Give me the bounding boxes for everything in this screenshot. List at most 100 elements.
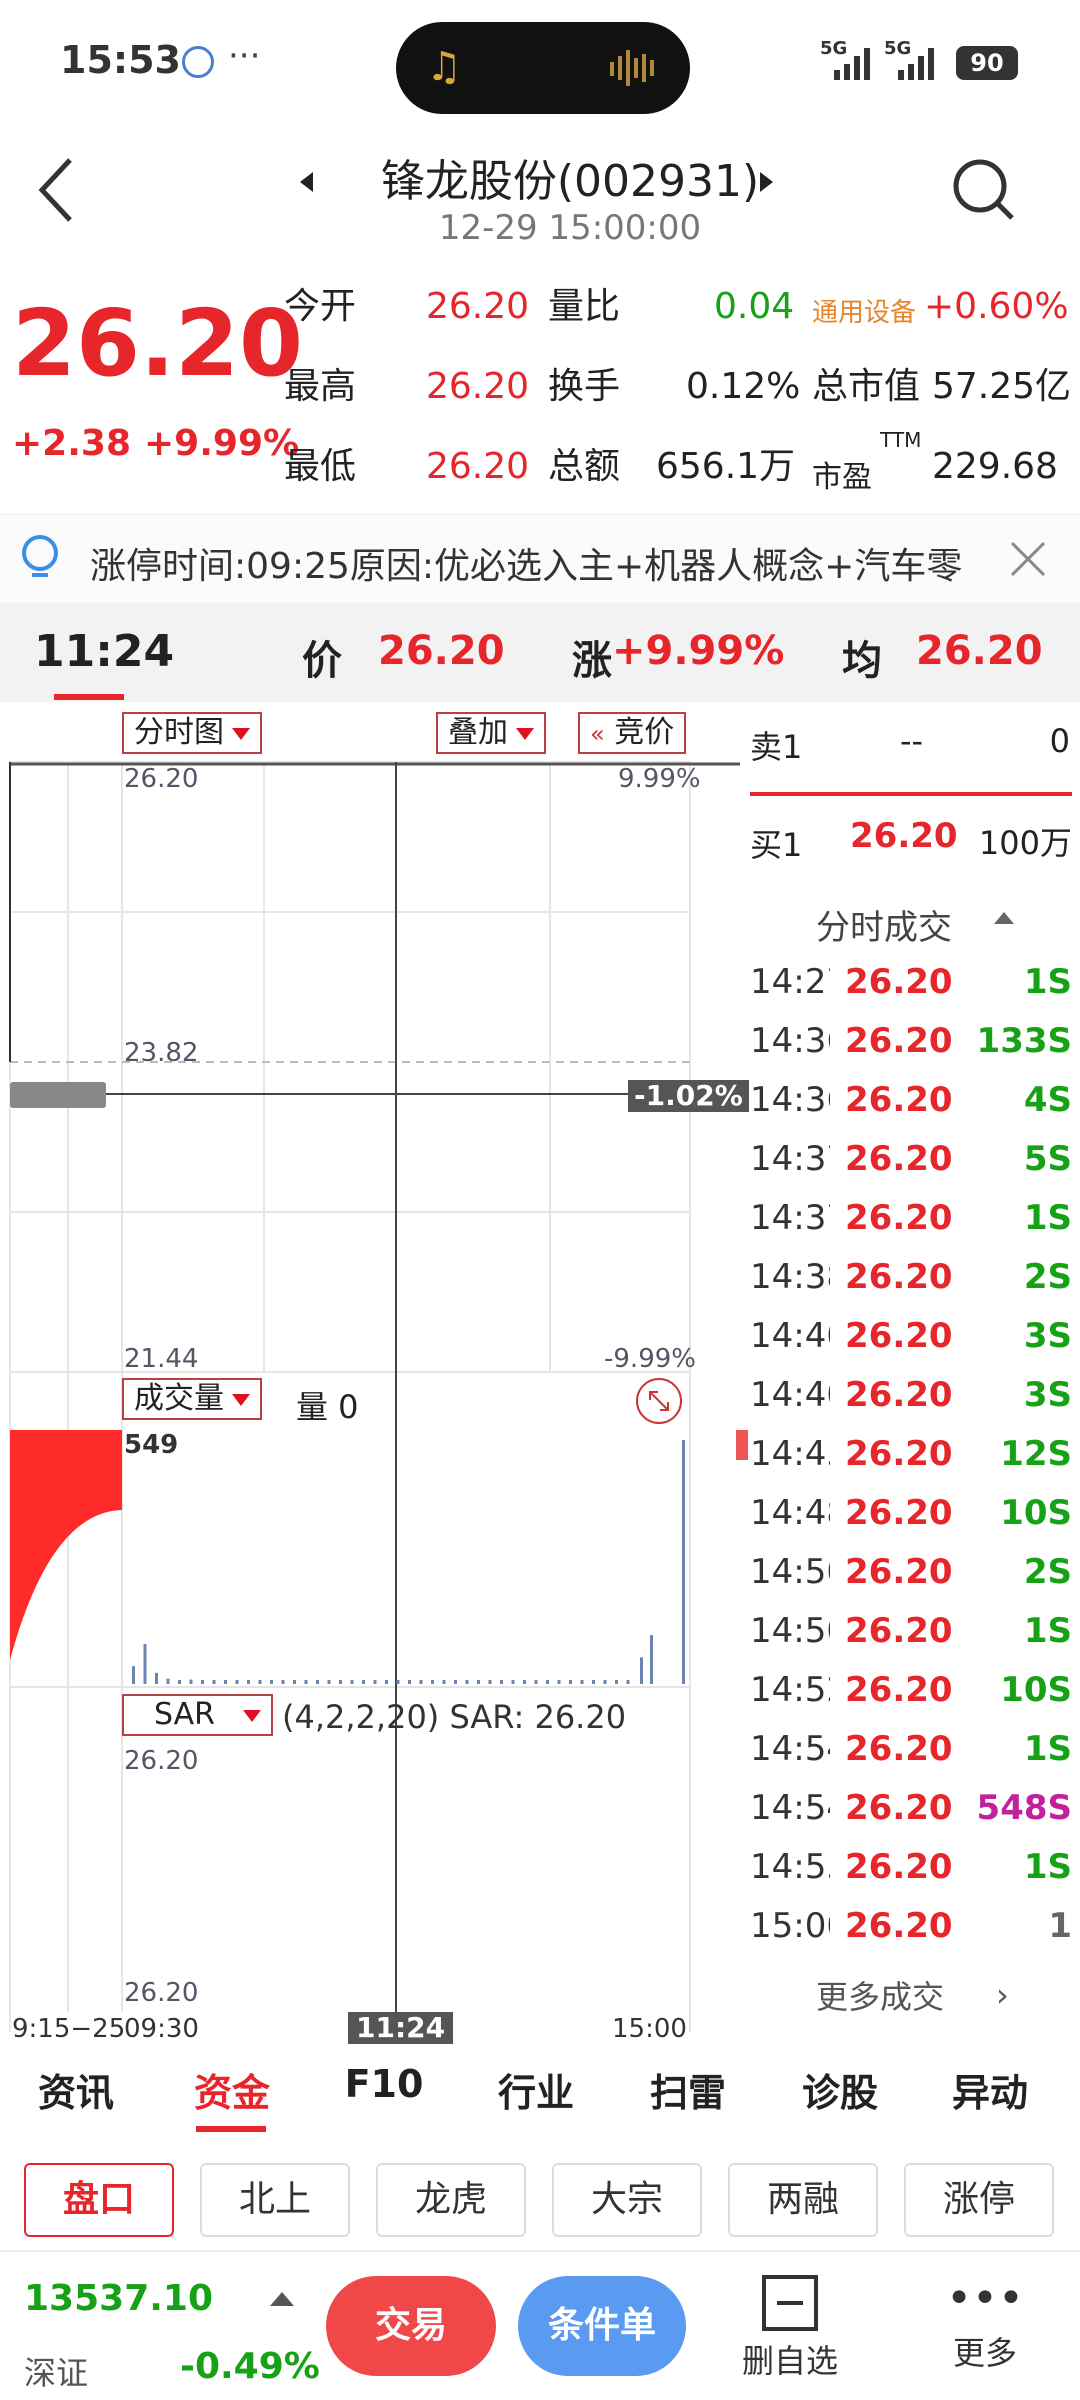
volume-bar — [166, 1678, 170, 1684]
chevron-right-icon: › — [996, 1976, 1009, 2014]
detail-tabs: 资讯 资金 F10 行业 扫雷 诊股 异动 — [0, 2040, 1080, 2140]
tick-time: 14:52 — [750, 1670, 830, 1710]
intraday-chart[interactable]: 分时图 叠加 « 竞价 26.20 23.82 21.44 9.99% -9.9… — [0, 702, 750, 2044]
indicator-button[interactable]: SAR — [122, 1694, 273, 1736]
tab-f10[interactable]: F10 — [324, 2062, 444, 2106]
tick-volume: 2S — [1023, 1552, 1072, 1592]
chart-mode-button[interactable]: 分时图 — [122, 712, 262, 754]
volume-bar — [155, 1672, 158, 1684]
dropdown-icon — [516, 727, 534, 740]
chip-margin[interactable]: 两融 — [728, 2163, 878, 2237]
value-open: 26.20 — [426, 286, 530, 327]
more-notifications-icon: ··· — [228, 36, 261, 76]
volume-bar — [603, 1680, 607, 1684]
tick-row: 14:40 26.20 3S — [750, 1306, 1080, 1366]
back-button[interactable] — [30, 150, 90, 230]
caret-up-icon — [994, 912, 1014, 924]
music-note-icon: ♫ — [426, 44, 462, 90]
volume-bar — [465, 1680, 469, 1684]
tick-time: 14:37 — [750, 1198, 830, 1238]
volume-bar — [454, 1680, 457, 1684]
volume-button[interactable]: 成交量 — [122, 1378, 262, 1420]
tab-industry[interactable]: 行业 — [476, 2062, 596, 2117]
tick-time: 14:45 — [750, 1434, 830, 1474]
cursor-time-underline — [54, 694, 124, 700]
tick-volume: 1S — [1023, 1198, 1072, 1238]
volume-bar — [327, 1680, 331, 1684]
label-high: 最高 — [284, 366, 357, 407]
chip-northbound[interactable]: 北上 — [200, 2163, 350, 2237]
tab-risk[interactable]: 扫雷 — [628, 2062, 748, 2117]
conditional-order-button[interactable]: 条件单 — [518, 2276, 686, 2376]
volume-bar — [546, 1680, 549, 1684]
next-stock-arrow-icon[interactable] — [760, 172, 773, 192]
double-chevron-icon: « — [590, 720, 605, 748]
volume-bar — [580, 1680, 584, 1684]
tick-row: 14:37 26.20 5S — [750, 1129, 1080, 1189]
battery-icon: 90 — [956, 46, 1018, 80]
volume-bar — [640, 1657, 643, 1684]
tick-volume: 3S — [1023, 1375, 1072, 1415]
y-axis-bottom: 21.44 — [124, 1344, 199, 1374]
volume-bar — [189, 1679, 193, 1684]
volume-bar — [339, 1680, 342, 1684]
tick-time: 14:50 — [750, 1552, 830, 1592]
trade-button[interactable]: 交易 — [326, 2276, 496, 2376]
volume-bar — [500, 1680, 503, 1684]
tab-diagnosis[interactable]: 诊股 — [780, 2062, 900, 2117]
tab-news[interactable]: 资讯 — [16, 2062, 136, 2117]
tick-row: 14:54 26.20 548S — [750, 1778, 1080, 1838]
tick-price: 26.20 — [845, 1906, 953, 1946]
tab-funds[interactable]: 资金 — [172, 2062, 292, 2117]
auction-button[interactable]: « 竞价 — [578, 712, 687, 754]
search-button[interactable] — [952, 158, 1016, 222]
volume-bar — [650, 1635, 653, 1684]
remove-watchlist-button[interactable]: 删自选 — [740, 2266, 840, 2396]
status-bar: 15:53 ··· ♫ 5G 5G 90 — [0, 0, 1080, 130]
volume-bar — [247, 1680, 250, 1684]
value-vol-ratio: 0.04 — [714, 286, 795, 327]
auction-label: 竞价 — [614, 715, 675, 750]
chip-orderbook[interactable]: 盘口 — [24, 2163, 174, 2237]
remove-watchlist-label: 删自选 — [741, 2342, 838, 2380]
prev-stock-arrow-icon[interactable] — [300, 172, 313, 192]
volume-bar — [396, 1680, 400, 1684]
close-icon[interactable] — [1008, 539, 1048, 579]
limit-up-banner[interactable]: 涨停时间:09:25原因:优必选入主+机器人概念+汽车零 — [0, 514, 1080, 602]
pct-axis-top: 9.99% — [618, 764, 701, 794]
more-trades-link[interactable]: 更多成交 — [816, 1972, 944, 2018]
tick-row: 14:36 26.20 133S — [750, 1011, 1080, 1071]
price-change-pct: +9.99% — [144, 423, 300, 464]
index-value[interactable]: 13537.10 — [24, 2278, 213, 2319]
stock-title: 锋龙股份(002931) — [380, 156, 760, 207]
volume-bar — [304, 1680, 308, 1684]
cursor-chg-label: 涨 — [572, 638, 612, 684]
last-price: 26.20 — [12, 290, 304, 397]
volume-bar — [316, 1680, 319, 1684]
pct-axis-bottom: -9.99% — [604, 1344, 696, 1374]
tick-row: 14:52 26.20 10S — [750, 1660, 1080, 1720]
expand-icon[interactable] — [636, 1378, 682, 1424]
cursor-price: 26.20 — [378, 628, 505, 674]
lightbulb-icon — [22, 535, 58, 577]
tick-row: 14:50 26.20 2S — [750, 1542, 1080, 1602]
caret-up-icon[interactable] — [270, 2292, 294, 2306]
chip-limit-up[interactable]: 涨停 — [904, 2163, 1054, 2237]
more-button[interactable]: ••• 更多 — [940, 2266, 1030, 2396]
sector-name[interactable]: 通用设备 — [812, 292, 916, 329]
chip-dragon-tiger[interactable]: 龙虎 — [376, 2163, 526, 2237]
more-dots-icon: ••• — [946, 2273, 1024, 2324]
sector-change: +0.60% — [924, 286, 1069, 327]
tab-anomaly[interactable]: 异动 — [930, 2062, 1050, 2117]
chip-block-trade[interactable]: 大宗 — [552, 2163, 702, 2237]
tick-price: 26.20 — [845, 1434, 953, 1474]
tick-row: 14:37 26.20 1S — [750, 1188, 1080, 1248]
auction-volume-block — [10, 1430, 122, 1660]
label-turnover: 换手 — [548, 366, 621, 407]
ticks-header[interactable]: 分时成交 — [816, 900, 952, 949]
tick-time: 14:40 — [750, 1375, 830, 1415]
volume-bar — [224, 1680, 227, 1684]
dynamic-island: ♫ — [396, 22, 690, 114]
tick-time: 14:40 — [750, 1316, 830, 1356]
overlay-button[interactable]: 叠加 — [436, 712, 546, 754]
